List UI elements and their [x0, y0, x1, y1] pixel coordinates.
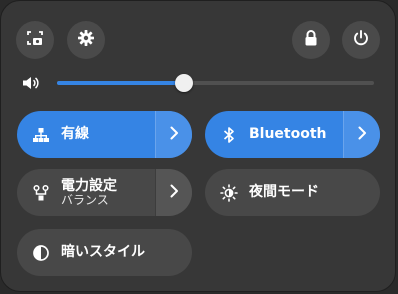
- volume-slider-fill: [57, 81, 184, 85]
- chevron-right-icon: [357, 125, 367, 144]
- dark-style-tile[interactable]: 暗いスタイル: [17, 229, 192, 276]
- night-light-icon: [219, 183, 239, 203]
- night-light-tile[interactable]: 夜間モード: [205, 169, 380, 216]
- power-button[interactable]: [342, 21, 380, 59]
- screenshot-icon: [26, 29, 44, 51]
- bluetooth-tile-label: Bluetooth: [249, 126, 327, 143]
- lock-icon: [303, 29, 319, 51]
- dark-style-toggle-button[interactable]: 暗いスタイル: [17, 229, 192, 276]
- network-wired-icon: [31, 125, 51, 145]
- dark-style-tile-label: 暗いスタイル: [61, 244, 145, 261]
- quick-settings-panel: 有線 Bluetooth 電力設定 バランス 夜間モード 暗いスタイル: [0, 0, 396, 292]
- power-mode-menu-button[interactable]: [155, 169, 192, 216]
- lock-button[interactable]: [292, 21, 330, 59]
- network-toggle-tile[interactable]: 有線: [17, 111, 192, 158]
- network-menu-button[interactable]: [155, 111, 192, 158]
- bluetooth-icon: [219, 125, 239, 145]
- speaker-icon[interactable]: [21, 73, 41, 93]
- volume-slider-handle[interactable]: [174, 74, 193, 92]
- chevron-right-icon: [169, 183, 179, 202]
- power-profile-icon: [31, 183, 51, 203]
- settings-button[interactable]: [67, 21, 105, 59]
- screenshot-button[interactable]: [16, 21, 54, 59]
- bluetooth-toggle-button[interactable]: Bluetooth: [205, 111, 343, 158]
- power-mode-tile-label: 電力設定: [61, 177, 117, 194]
- volume-slider[interactable]: [57, 74, 374, 92]
- network-toggle-button[interactable]: 有線: [17, 111, 155, 158]
- power-icon: [352, 29, 370, 51]
- bluetooth-menu-button[interactable]: [343, 111, 380, 158]
- dark-style-icon: [31, 243, 51, 263]
- bluetooth-toggle-tile[interactable]: Bluetooth: [205, 111, 380, 158]
- power-mode-tile[interactable]: 電力設定 バランス: [17, 169, 192, 216]
- power-mode-tile-sublabel: バランス: [61, 192, 109, 207]
- power-mode-toggle-button[interactable]: 電力設定 バランス: [17, 169, 155, 216]
- network-tile-label: 有線: [61, 126, 89, 143]
- night-light-tile-label: 夜間モード: [249, 184, 319, 201]
- chevron-right-icon: [169, 125, 179, 144]
- night-light-toggle-button[interactable]: 夜間モード: [205, 169, 380, 216]
- gear-icon: [77, 29, 95, 51]
